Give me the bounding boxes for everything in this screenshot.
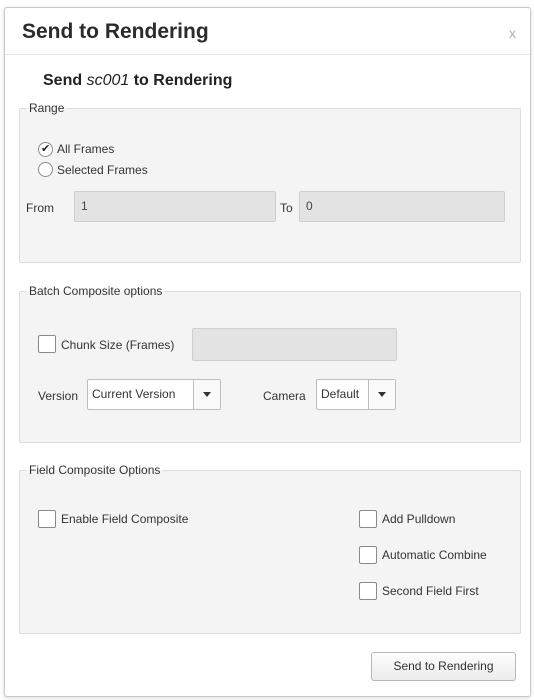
to-label: To [280,201,293,215]
version-select-value: Current Version [92,387,176,401]
from-input[interactable]: 1 [74,191,276,222]
chunk-size-label[interactable]: Chunk Size (Frames) [61,338,174,352]
send-to-rendering-button[interactable]: Send to Rendering [371,652,516,681]
dialog-heading: Send sc001 to Rendering [43,72,232,90]
enable-field-composite-label[interactable]: Enable Field Composite [61,512,188,526]
version-label: Version [38,389,79,403]
range-group: Range [19,101,521,263]
automatic-combine-label[interactable]: Automatic Combine [382,548,487,562]
send-to-rendering-dialog: Send to Rendering x Send sc001 to Render… [4,7,531,697]
field-composite-legend: Field Composite Options [29,463,161,477]
batch-composite-group: Batch Composite options [19,284,521,443]
add-pulldown-checkbox[interactable] [359,510,377,528]
range-legend: Range [29,101,65,115]
chevron-down-icon[interactable] [193,380,220,409]
all-frames-label[interactable]: All Frames [57,142,114,156]
camera-select[interactable]: Default [316,379,396,410]
chunk-size-input[interactable] [192,328,397,361]
enable-field-composite-checkbox[interactable] [38,510,56,528]
automatic-combine-checkbox[interactable] [359,546,377,564]
all-frames-radio[interactable] [38,142,53,157]
selected-frames-radio[interactable] [38,162,53,177]
chevron-down-icon[interactable] [368,380,395,409]
to-input[interactable]: 0 [299,191,505,222]
dialog-titlebar: Send to Rendering x [5,8,530,55]
from-label: From [26,201,54,215]
dialog-title: Send to Rendering [22,20,209,43]
heading-suffix: to Rendering [129,72,233,89]
selected-frames-label[interactable]: Selected Frames [57,163,148,177]
chunk-size-checkbox[interactable] [38,335,56,353]
camera-label: Camera [263,389,306,403]
close-icon[interactable]: x [509,25,516,41]
version-select[interactable]: Current Version [87,379,221,410]
camera-select-value: Default [321,387,360,401]
second-field-first-checkbox[interactable] [359,582,377,600]
scene-name: sc001 [86,72,130,89]
heading-prefix: Send [43,72,87,89]
batch-composite-legend: Batch Composite options [29,284,163,298]
add-pulldown-label[interactable]: Add Pulldown [382,512,455,526]
second-field-first-label[interactable]: Second Field First [382,584,479,598]
